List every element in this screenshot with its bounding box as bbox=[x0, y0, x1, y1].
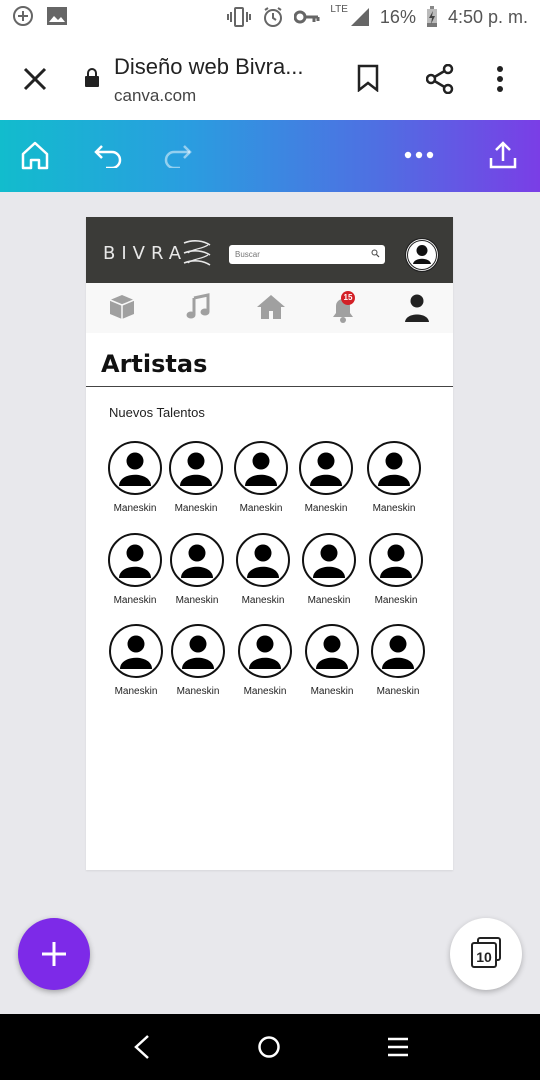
artist-card[interactable]: Maneskin bbox=[300, 624, 364, 697]
artist-name: Maneskin bbox=[372, 503, 416, 514]
artist-name: Maneskin bbox=[113, 595, 157, 606]
artist-card[interactable]: Maneskin bbox=[103, 441, 167, 514]
signal-icon bbox=[350, 8, 369, 26]
system-navigation-bar bbox=[0, 1014, 540, 1080]
artist-card[interactable]: Maneskin bbox=[104, 624, 168, 697]
undo-icon[interactable] bbox=[94, 142, 124, 168]
network-type-label: LTE bbox=[330, 3, 348, 15]
more-horizontal-icon[interactable] bbox=[404, 150, 434, 160]
artist-avatar-icon bbox=[108, 533, 162, 587]
artist-avatar-icon bbox=[236, 533, 290, 587]
page-count: 10 bbox=[471, 942, 497, 968]
page-url[interactable]: canva.com bbox=[114, 86, 196, 106]
artist-name: Maneskin bbox=[376, 686, 420, 697]
artist-card[interactable]: Maneskin bbox=[294, 441, 358, 514]
artist-name: Maneskin bbox=[310, 686, 354, 697]
clock: 4:50 p. m. bbox=[447, 6, 528, 27]
artist-avatar-icon bbox=[305, 624, 359, 678]
share-icon[interactable] bbox=[426, 64, 454, 94]
alarm-icon bbox=[264, 7, 283, 27]
artist-card[interactable]: Maneskin bbox=[233, 624, 297, 697]
upload-share-icon[interactable] bbox=[488, 140, 518, 170]
pages-button[interactable]: 10 bbox=[450, 918, 522, 990]
add-notification-icon bbox=[13, 6, 33, 26]
artist-avatar-icon bbox=[169, 441, 223, 495]
artist-card[interactable]: Maneskin bbox=[231, 533, 295, 606]
artist-grid: Maneskin Maneskin Maneskin Maneskin Maneskin… bbox=[86, 217, 453, 870]
browser-bar: Diseño web Bivra... canva.com bbox=[0, 36, 540, 120]
artist-name: Maneskin bbox=[374, 595, 418, 606]
plus-icon bbox=[42, 942, 66, 966]
home-circle-icon[interactable] bbox=[257, 1034, 281, 1060]
artist-name: Maneskin bbox=[307, 595, 351, 606]
status-bar: LTE 16% 4:50 p. m. bbox=[0, 0, 540, 36]
vpn-key-icon bbox=[294, 10, 320, 24]
artist-card[interactable]: Maneskin bbox=[366, 624, 430, 697]
artist-card[interactable]: Maneskin bbox=[103, 533, 167, 606]
artist-name: Maneskin bbox=[176, 686, 220, 697]
close-icon[interactable] bbox=[20, 64, 50, 94]
artist-card[interactable]: Maneskin bbox=[164, 441, 228, 514]
artist-avatar-icon bbox=[367, 441, 421, 495]
lock-icon bbox=[85, 68, 99, 87]
artist-avatar-icon bbox=[371, 624, 425, 678]
artist-name: Maneskin bbox=[304, 503, 348, 514]
artist-name: Maneskin bbox=[174, 503, 218, 514]
bookmark-icon[interactable] bbox=[356, 64, 380, 92]
artist-avatar-icon bbox=[299, 441, 353, 495]
artist-avatar-icon bbox=[171, 624, 225, 678]
artist-avatar-icon bbox=[108, 441, 162, 495]
artist-card[interactable]: Maneskin bbox=[364, 533, 428, 606]
artist-card[interactable]: Maneskin bbox=[166, 624, 230, 697]
artist-name: Maneskin bbox=[241, 595, 285, 606]
artist-avatar-icon bbox=[234, 441, 288, 495]
more-options-icon[interactable] bbox=[496, 64, 504, 94]
vibrate-icon bbox=[227, 7, 252, 27]
artist-card[interactable]: Maneskin bbox=[362, 441, 426, 514]
design-canvas[interactable]: BIVRA Buscar 15 Artistas Nuevos Talentos… bbox=[86, 217, 453, 870]
redo-icon[interactable] bbox=[162, 142, 192, 168]
artist-avatar-icon bbox=[170, 533, 224, 587]
artist-avatar-icon bbox=[238, 624, 292, 678]
artist-card[interactable]: Maneskin bbox=[165, 533, 229, 606]
artist-avatar-icon bbox=[302, 533, 356, 587]
page-title: Diseño web Bivra... bbox=[114, 54, 304, 79]
battery-charging-icon bbox=[426, 6, 437, 27]
recents-icon[interactable] bbox=[386, 1034, 410, 1060]
editor-toolbar bbox=[0, 120, 540, 192]
artist-name: Maneskin bbox=[175, 595, 219, 606]
add-element-button[interactable] bbox=[18, 918, 90, 990]
artist-name: Maneskin bbox=[239, 503, 283, 514]
battery-percent: 16% bbox=[379, 6, 416, 27]
artist-avatar-icon bbox=[369, 533, 423, 587]
home-icon[interactable] bbox=[20, 140, 50, 170]
artist-card[interactable]: Maneskin bbox=[297, 533, 361, 606]
back-icon[interactable] bbox=[132, 1034, 152, 1060]
artist-name: Maneskin bbox=[113, 503, 157, 514]
artist-avatar-icon bbox=[109, 624, 163, 678]
gallery-icon bbox=[47, 7, 67, 25]
artist-name: Maneskin bbox=[243, 686, 287, 697]
artist-card[interactable]: Maneskin bbox=[229, 441, 293, 514]
artist-name: Maneskin bbox=[114, 686, 158, 697]
